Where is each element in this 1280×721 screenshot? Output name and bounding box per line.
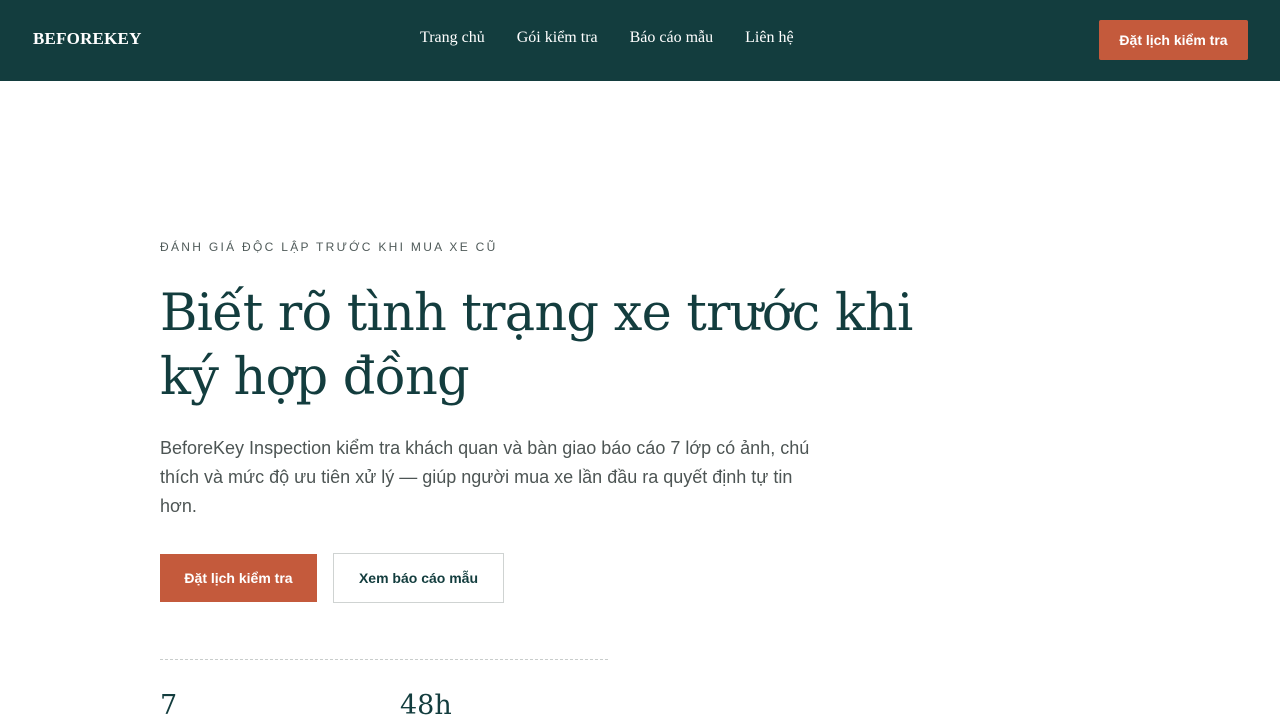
nav-book-inspection-button[interactable]: Đặt lịch kiểm tra bbox=[1099, 20, 1248, 60]
stat-report-layers: 7 bbox=[160, 690, 178, 721]
hero-description: BeforeKey Inspection kiểm tra khách quan… bbox=[160, 438, 810, 516]
stats-divider bbox=[160, 659, 608, 660]
nav-link-sample-report[interactable]: Báo cáo mẫu bbox=[630, 29, 714, 47]
brand-logo[interactable]: BEFOREKEY bbox=[33, 29, 142, 49]
hero-title-line-2: ký hợp đồng bbox=[160, 348, 470, 407]
hero-eyebrow: ĐÁNH GIÁ ĐỘC LẬP TRƯỚC KHI MUA XE CŨ bbox=[160, 240, 498, 254]
nav-link-packages[interactable]: Gói kiểm tra bbox=[517, 29, 598, 47]
view-sample-report-button[interactable]: Xem báo cáo mẫu bbox=[333, 553, 504, 603]
book-inspection-button[interactable]: Đặt lịch kiểm tra bbox=[160, 554, 317, 602]
hero-title: Biết rõ tình trạng xe trước khi ký hợp đ… bbox=[160, 282, 940, 410]
stat-turnaround: 48h bbox=[400, 690, 452, 721]
hero-title-line-1: Biết rõ tình trạng xe trước khi bbox=[160, 284, 913, 343]
main-menu: Trang chủ Gói kiểm tra Báo cáo mẫu Liên … bbox=[420, 29, 794, 47]
top-navbar: BEFOREKEY Trang chủ Gói kiểm tra Báo cáo… bbox=[0, 0, 1280, 81]
nav-link-home[interactable]: Trang chủ bbox=[420, 29, 485, 47]
nav-link-contact[interactable]: Liên hệ bbox=[745, 29, 793, 47]
